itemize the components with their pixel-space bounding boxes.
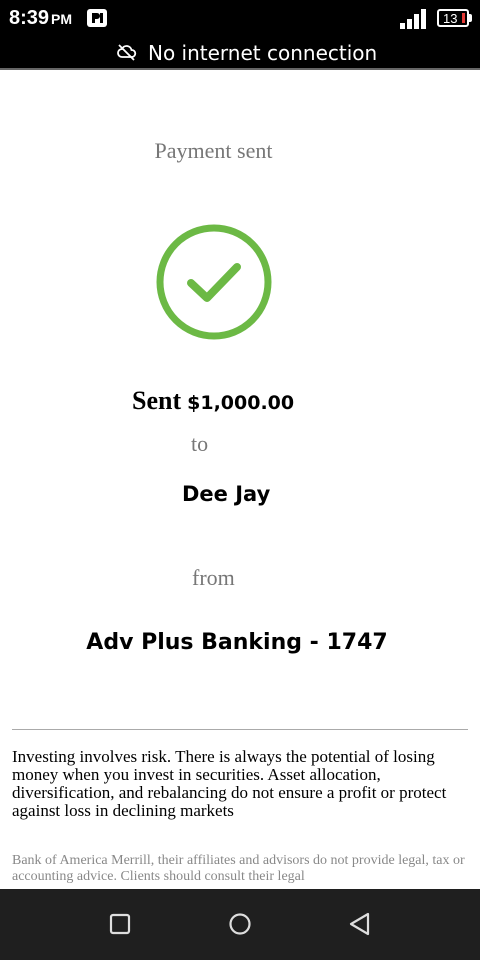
- offline-banner: No internet connection: [0, 36, 480, 68]
- status-bar: 8:39 PM 13: [0, 0, 480, 36]
- battery-nub: [469, 14, 472, 22]
- from-label: from: [192, 565, 235, 590]
- app-notification-icon: [87, 9, 107, 27]
- recipient-name: Dee Jay: [182, 482, 271, 506]
- amount-value: $1,000.00: [187, 392, 295, 414]
- signal-icon: [400, 9, 426, 29]
- cloud-off-icon: [117, 44, 137, 61]
- battery-level: 13: [443, 11, 458, 26]
- offline-message: No internet connection: [148, 41, 378, 65]
- advisor-disclaimer: Bank of America Merrill, their affiliate…: [12, 853, 465, 884]
- sent-label: Sent: [132, 386, 182, 415]
- navigation-bar: [0, 889, 480, 960]
- sent-summary: Sent $1,000.00: [132, 386, 294, 416]
- clock-ampm: PM: [51, 11, 73, 27]
- battery-icon: 13: [437, 9, 469, 27]
- to-label: to: [191, 431, 209, 456]
- clock-time: 8:39: [9, 7, 50, 29]
- check-circle-icon: [156, 224, 272, 340]
- clock: 8:39 PM: [9, 7, 72, 30]
- source-account: Adv Plus Banking - 1747: [86, 630, 388, 655]
- page-title: Payment sent: [154, 138, 273, 163]
- section-divider: [12, 729, 468, 730]
- header-divider: [0, 68, 480, 70]
- recents-button[interactable]: [107, 911, 133, 937]
- investing-disclaimer: Investing involves risk. There is always…: [12, 747, 447, 820]
- back-button[interactable]: [347, 911, 373, 937]
- home-button[interactable]: [227, 911, 253, 937]
- battery-fill: [462, 13, 465, 23]
